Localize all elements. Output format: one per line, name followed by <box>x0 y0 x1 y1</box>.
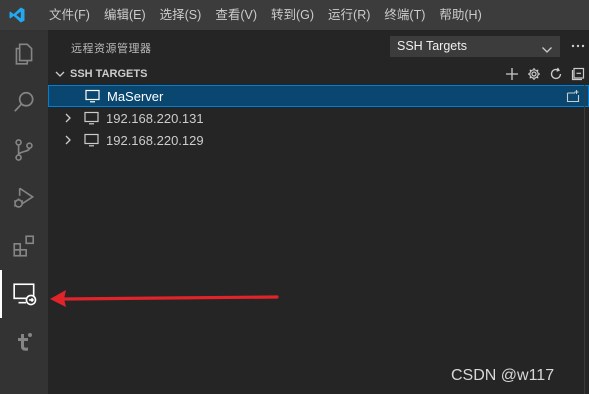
extensions-icon[interactable] <box>0 222 48 270</box>
chevron-right-icon[interactable] <box>64 107 76 129</box>
more-actions-icon[interactable] <box>568 36 588 56</box>
menu-go[interactable]: 转到(G) <box>264 0 321 30</box>
remote-target-select[interactable]: SSH Targets <box>390 36 560 57</box>
run-debug-icon[interactable] <box>0 174 48 222</box>
tomcat-icon[interactable] <box>0 318 48 366</box>
sidebar-header: 远程资源管理器 SSH Targets <box>48 30 589 63</box>
remote-target-select-value: SSH Targets <box>397 39 467 53</box>
section-actions <box>501 63 589 85</box>
refresh-icon[interactable] <box>545 63 567 85</box>
menu-terminal[interactable]: 终端(T) <box>377 0 432 30</box>
ssh-targets-section-header[interactable]: SSH TARGETS <box>48 63 589 85</box>
section-title: SSH TARGETS <box>70 68 148 80</box>
connect-in-new-window-icon[interactable] <box>564 86 582 106</box>
menu-edit[interactable]: 编辑(E) <box>97 0 153 30</box>
menu-run[interactable]: 运行(R) <box>321 0 377 30</box>
sidebar-title: 远程资源管理器 <box>71 43 152 55</box>
watermark: CSDN @w117 <box>451 367 555 384</box>
annotation-arrow <box>50 290 279 307</box>
search-icon[interactable] <box>0 78 48 126</box>
ssh-host-label: 192.168.220.129 <box>106 132 204 148</box>
ssh-host-row[interactable]: 192.168.220.131 <box>48 107 589 129</box>
menu-bar: 文件(F) 编辑(E) 选择(S) 查看(V) 转到(G) 运行(R) 终端(T… <box>42 0 489 30</box>
menu-selection[interactable]: 选择(S) <box>153 0 209 30</box>
ssh-host-row[interactable]: MaServer <box>48 85 589 107</box>
ssh-host-row[interactable]: 192.168.220.129 <box>48 129 589 151</box>
chevron-down-icon[interactable] <box>55 68 67 80</box>
ssh-host-label: 192.168.220.131 <box>106 110 204 126</box>
collapse-all-icon[interactable] <box>567 63 589 85</box>
title-bar: 文件(F) 编辑(E) 选择(S) 查看(V) 转到(G) 运行(R) 终端(T… <box>0 0 589 30</box>
remote-explorer-icon[interactable] <box>0 270 48 318</box>
menu-file[interactable]: 文件(F) <box>42 0 97 30</box>
chevron-down-icon <box>541 42 553 61</box>
monitor-icon <box>85 85 101 107</box>
menu-help[interactable]: 帮助(H) <box>432 0 488 30</box>
add-new-ssh-host-icon[interactable] <box>501 63 523 85</box>
monitor-icon <box>84 107 100 129</box>
ssh-host-label: MaServer <box>107 88 164 104</box>
monitor-icon <box>84 129 100 151</box>
vscode-logo-icon <box>2 0 32 30</box>
source-control-icon[interactable] <box>0 126 48 174</box>
menu-view[interactable]: 查看(V) <box>208 0 264 30</box>
activity-bar <box>0 30 48 394</box>
configure-gear-icon[interactable] <box>523 63 545 85</box>
explorer-icon[interactable] <box>0 30 48 78</box>
remote-explorer-sidebar: 远程资源管理器 SSH Targets SSH TARGETS MaServer… <box>48 30 589 394</box>
sidebar-edge <box>584 85 589 394</box>
chevron-right-icon[interactable] <box>64 129 76 151</box>
